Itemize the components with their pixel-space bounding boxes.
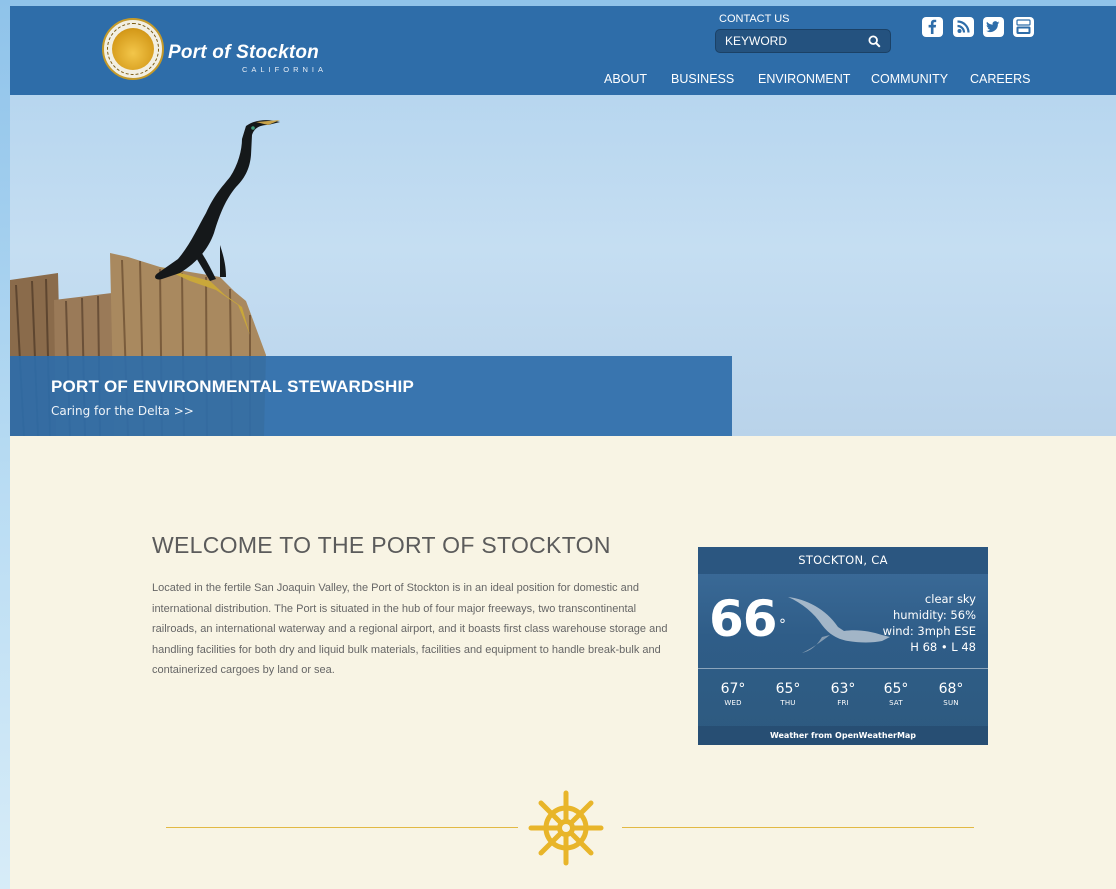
twitter-icon[interactable] (983, 17, 1004, 37)
forecast-label: FRI (837, 699, 849, 707)
contact-us-link[interactable]: CONTACT US (719, 13, 790, 25)
weather-divider (698, 668, 988, 669)
weather-high-low: H 68 • L 48 (910, 640, 976, 654)
rss-icon[interactable] (953, 17, 974, 37)
forecast-label: THU (780, 699, 796, 707)
nav-about[interactable]: ABOUT (604, 72, 647, 86)
forecast-temp: 68° (938, 681, 964, 697)
current-temperature: 66 (709, 590, 778, 648)
logo-subtitle: CALIFORNIA (242, 65, 328, 74)
divider-line-right (622, 827, 974, 828)
welcome-section: WELCOME TO THE PORT OF STOCKTON Located … (10, 436, 1116, 889)
forecast-day: 68° SUN (931, 681, 971, 709)
hero-banner[interactable]: PORT OF ENVIRONMENTAL STEWARDSHIP Caring… (10, 95, 1116, 436)
forecast-day: 65° SAT (876, 681, 916, 709)
hero-link[interactable]: Caring for the Delta >> (51, 404, 194, 418)
nav-business[interactable]: BUSINESS (671, 72, 734, 86)
seal-center (112, 28, 154, 70)
forecast-label: SUN (943, 699, 959, 707)
page: Port of Stockton CALIFORNIA CONTACT US A… (10, 6, 1116, 889)
logo-name[interactable]: Port of Stockton (168, 42, 319, 64)
forecast-day: 67° WED (713, 681, 753, 709)
temperature-degree: ° (779, 617, 786, 633)
weather-city: STOCKTON, CA (698, 547, 988, 574)
facebook-icon[interactable] (922, 17, 943, 37)
nav-environment[interactable]: ENVIRONMENT (758, 72, 850, 86)
search-icon[interactable] (868, 35, 881, 48)
weather-humidity: humidity: 56% (892, 608, 976, 622)
search-input[interactable] (725, 33, 865, 49)
ship-wheel-icon (528, 790, 604, 866)
forecast-label: SAT (889, 699, 903, 707)
forecast-day: 63° FRI (823, 681, 863, 709)
weather-widget: STOCKTON, CA 66 ° clear sky humidity: 56… (698, 547, 988, 745)
seagull-image (788, 597, 890, 653)
nav-careers[interactable]: CAREERS (970, 72, 1030, 86)
weather-condition: clear sky (924, 592, 976, 606)
welcome-body: Located in the fertile San Joaquin Valle… (152, 582, 668, 676)
forecast-temp: 65° (775, 681, 801, 697)
forecast-temp: 65° (883, 681, 909, 697)
search-box (715, 29, 891, 53)
divider-line-left (166, 827, 518, 828)
welcome-title: WELCOME TO THE PORT OF STOCKTON (152, 532, 611, 558)
weather-credit-link[interactable]: Weather from OpenWeatherMap (698, 726, 988, 745)
nav-community[interactable]: COMMUNITY (871, 72, 948, 86)
hero-title: PORT OF ENVIRONMENTAL STEWARDSHIP (51, 377, 414, 396)
forecast-day: 65° THU (768, 681, 808, 709)
port-seal-logo[interactable] (102, 18, 164, 80)
youtube-icon[interactable] (1013, 17, 1034, 37)
forecast-temp: 63° (830, 681, 856, 697)
hero-caption: PORT OF ENVIRONMENTAL STEWARDSHIP Caring… (10, 356, 732, 436)
forecast-temp: 67° (720, 681, 746, 697)
forecast-label: WED (724, 699, 742, 707)
site-header: Port of Stockton CALIFORNIA CONTACT US A… (10, 6, 1116, 95)
weather-wind: wind: 3mph ESE (882, 624, 976, 638)
